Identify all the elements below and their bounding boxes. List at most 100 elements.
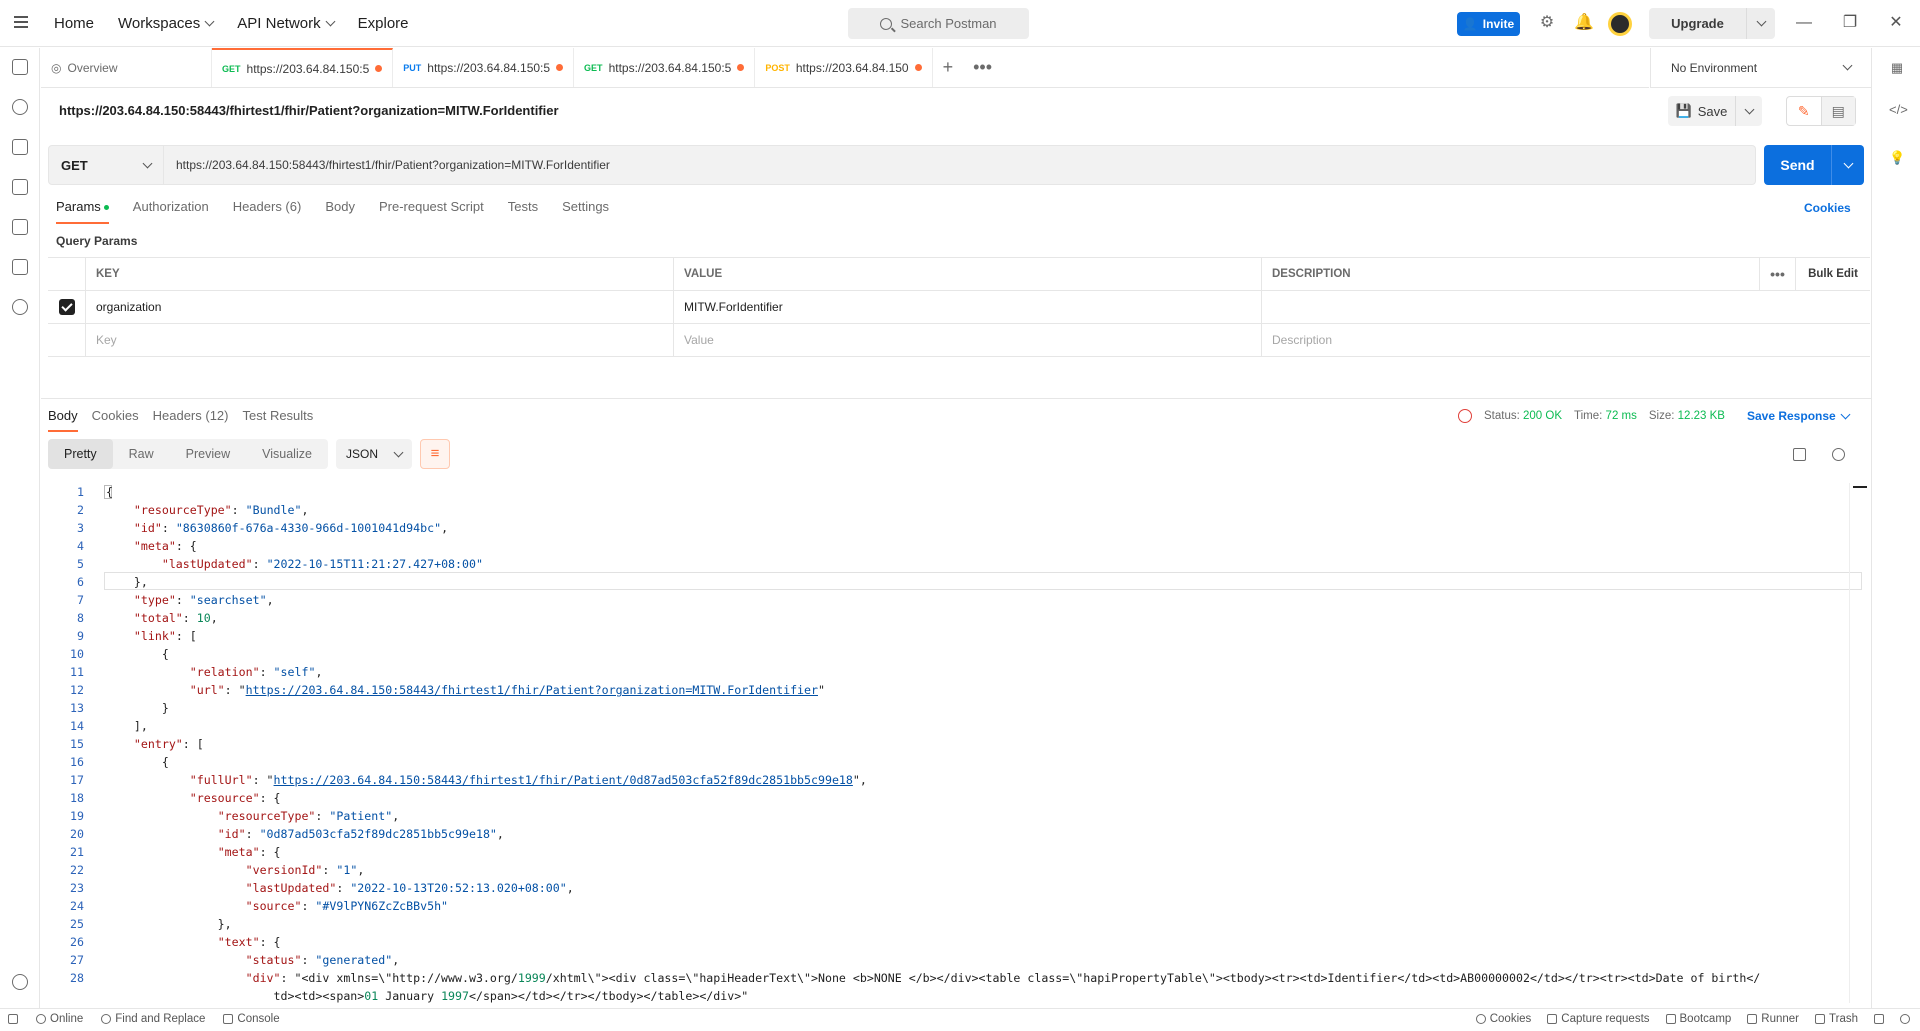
tab-overview[interactable]: ◎ Overview (41, 48, 212, 87)
menu-icon[interactable] (14, 16, 28, 28)
nav-workspaces[interactable]: Workspaces (118, 15, 215, 32)
upgrade-dropdown[interactable] (1747, 16, 1775, 27)
save-response-button[interactable]: Save Response (1747, 409, 1851, 423)
environments-icon[interactable] (12, 139, 28, 155)
tab-request[interactable]: PUT https://203.64.84.150:5 (393, 48, 575, 87)
avatar[interactable] (1608, 12, 1632, 36)
more-icon[interactable]: ••• (1760, 258, 1796, 290)
param-description[interactable] (1262, 291, 1870, 323)
bulk-edit-button[interactable]: Bulk Edit (1796, 258, 1870, 290)
tab-body[interactable]: Body (325, 199, 355, 224)
format-select[interactable]: JSON (336, 439, 412, 469)
view-preview[interactable]: Preview (170, 439, 246, 469)
send-dropdown[interactable] (1832, 158, 1864, 168)
wrap-lines-icon[interactable]: ≡ (420, 439, 450, 469)
send-button[interactable]: Send (1764, 145, 1864, 185)
find-replace-button[interactable]: Find and Replace (101, 1013, 205, 1025)
cookies-button[interactable]: Cookies (1475, 1013, 1531, 1025)
tab-pre-request-script[interactable]: Pre-request Script (379, 199, 484, 224)
pane-divider[interactable] (41, 398, 1871, 399)
bootcamp-button[interactable]: Bootcamp (1665, 1013, 1731, 1025)
time-value: 72 ms (1605, 410, 1637, 422)
key-input[interactable]: Key (86, 324, 674, 356)
two-pane-icon[interactable] (1874, 1014, 1884, 1024)
save-button[interactable]: 💾 Save (1668, 96, 1762, 126)
console-button[interactable]: Console (223, 1013, 280, 1025)
save-dropdown[interactable] (1736, 104, 1762, 114)
runner-button[interactable]: Runner (1747, 1013, 1799, 1025)
flows-icon[interactable] (12, 259, 28, 275)
capture-requests-button[interactable]: Capture requests (1547, 1013, 1650, 1025)
tab-response-cookies[interactable]: Cookies (92, 408, 139, 432)
nav-explore[interactable]: Explore (358, 15, 409, 32)
online-status[interactable]: Online (36, 1013, 83, 1025)
explore-icon[interactable] (12, 974, 28, 990)
view-pretty[interactable]: Pretty (48, 439, 113, 469)
lightbulb-icon[interactable]: 💡 (1889, 150, 1905, 166)
edit-icon[interactable]: ✎ (1787, 97, 1822, 125)
request-title[interactable]: https://203.64.84.150:58443/fhirtest1/fh… (59, 103, 559, 118)
globe-icon[interactable] (1458, 409, 1472, 423)
tab-settings[interactable]: Settings (562, 199, 609, 224)
param-key[interactable]: organization (86, 291, 674, 323)
search-icon[interactable] (1832, 448, 1845, 461)
more-tabs-button[interactable]: ••• (963, 48, 1002, 87)
param-value[interactable]: MITW.ForIdentifier (674, 291, 1262, 323)
trash-button[interactable]: Trash (1815, 1013, 1858, 1025)
search-input[interactable]: Search Postman (848, 8, 1029, 39)
code-line: 12 "url": "https://203.64.84.150:58443/f… (48, 681, 1862, 699)
upgrade-button[interactable]: Upgrade (1649, 8, 1775, 39)
description-input[interactable]: Description (1262, 324, 1870, 356)
view-visualize[interactable]: Visualize (246, 439, 328, 469)
header-description: DESCRIPTION (1262, 258, 1760, 290)
line-number: 25 (70, 917, 84, 931)
tab-request[interactable]: GET https://203.64.84.150:5 (574, 48, 756, 87)
line-number: 15 (70, 737, 84, 751)
tab-params[interactable]: Params (56, 199, 109, 224)
tab-headers[interactable]: Headers (6) (233, 199, 302, 224)
toggle-sidebar-icon[interactable] (8, 1014, 18, 1024)
tab-response-body[interactable]: Body (48, 408, 78, 432)
line-number: 23 (70, 881, 84, 895)
code-icon[interactable]: </> (1889, 102, 1908, 118)
tab-tests[interactable]: Tests (508, 199, 538, 224)
search-placeholder: Search Postman (900, 16, 997, 31)
tab-request[interactable]: GET https://203.64.84.150:5 (212, 48, 394, 87)
param-checkbox[interactable] (58, 299, 75, 315)
response-body-editor[interactable]: 1{2 "resourceType": "Bundle", 3 "id": "86… (48, 483, 1862, 1003)
tab-test-results[interactable]: Test Results (242, 408, 313, 432)
code-text: "id": "0d87ad503cfa52f89dc2851bb5c99e18"… (217, 827, 504, 841)
history-icon[interactable] (12, 299, 28, 315)
new-tab-button[interactable]: + (933, 48, 964, 87)
settings-icon[interactable]: ⚙ (1538, 14, 1556, 32)
value-input[interactable]: Value (674, 324, 1262, 356)
method-select[interactable]: GET (48, 145, 164, 185)
close-icon[interactable]: ✕ (1884, 11, 1908, 35)
unsaved-dot (914, 64, 922, 71)
url-input[interactable]: https://203.64.84.150:58443/fhirtest1/fh… (164, 145, 1756, 185)
code-text: }, (106, 917, 232, 931)
help-icon[interactable] (1900, 1014, 1910, 1024)
code-line: 26 "text": { (48, 933, 1862, 951)
view-raw[interactable]: Raw (113, 439, 170, 469)
nav-api-network[interactable]: API Network (237, 15, 336, 32)
apis-icon[interactable] (12, 99, 28, 115)
env-quicklook-icon[interactable]: ▦ (1889, 60, 1905, 76)
monitors-icon[interactable] (12, 219, 28, 235)
environment-selector[interactable]: No Environment (1650, 48, 1871, 88)
maximize-icon[interactable]: ❐ (1838, 11, 1862, 35)
tab-request[interactable]: POST https://203.64.84.150 (755, 48, 933, 87)
tab-authorization[interactable]: Authorization (133, 199, 209, 224)
table-header: KEY VALUE DESCRIPTION ••• Bulk Edit (48, 258, 1870, 291)
copy-icon[interactable] (1793, 448, 1806, 461)
cookies-link[interactable]: Cookies (1804, 201, 1851, 215)
nav-home[interactable]: Home (54, 15, 94, 32)
capture-icon (1547, 1014, 1558, 1024)
tab-response-headers[interactable]: Headers (12) (153, 408, 229, 432)
minimize-icon[interactable]: — (1792, 11, 1816, 35)
collections-icon[interactable] (12, 59, 28, 75)
documentation-icon[interactable]: ▤ (1821, 97, 1855, 125)
mock-servers-icon[interactable] (12, 179, 28, 195)
invite-button[interactable]: 👤 Invite (1457, 12, 1520, 36)
notifications-icon[interactable]: 🔔 (1574, 14, 1594, 32)
